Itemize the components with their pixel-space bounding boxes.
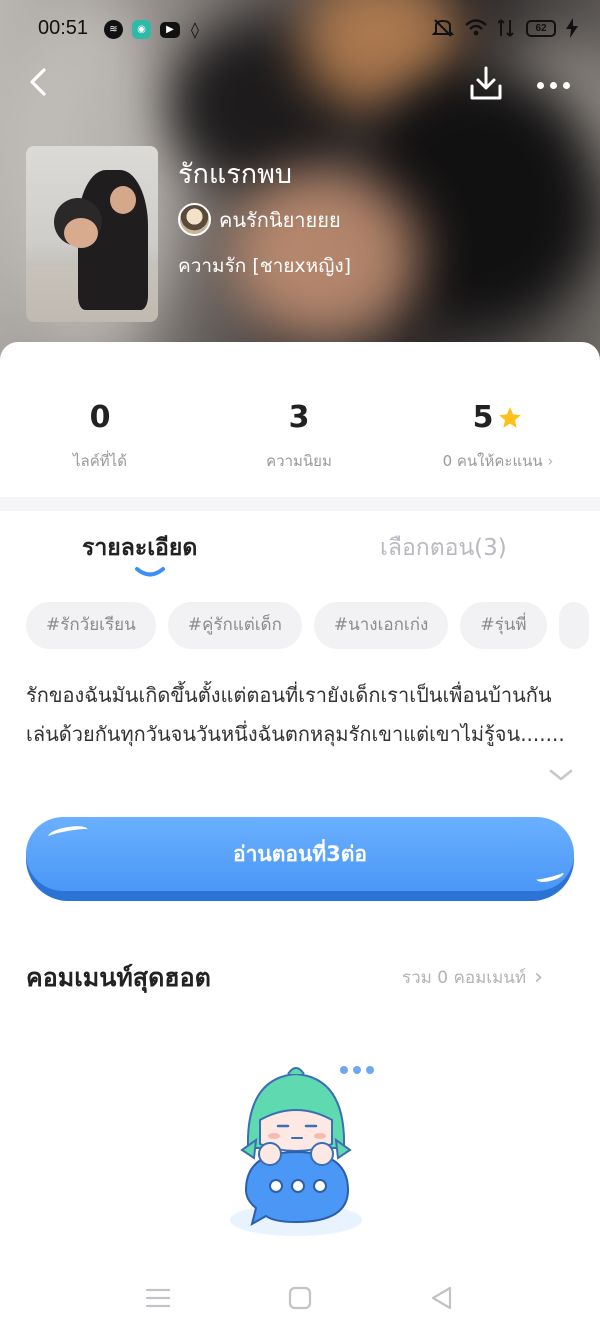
- expand-chevron-icon[interactable]: [548, 766, 574, 784]
- chevron-right-icon: ›: [534, 965, 543, 990]
- likes-label: ไลค์ที่ได้: [73, 452, 127, 470]
- likes-value: 0: [89, 400, 111, 435]
- tinder-icon: ◊: [191, 20, 199, 39]
- chevron-right-icon: ›: [547, 452, 554, 470]
- popularity-label: ความนิยม: [266, 452, 332, 470]
- notification-icons: ≋ ◉ ▶ ◊: [104, 20, 201, 39]
- tag-chip[interactable]: #รุ่นพี่: [460, 602, 547, 649]
- section-divider: [0, 497, 600, 511]
- chevron-left-icon: [30, 68, 46, 96]
- system-icons: 62: [432, 18, 578, 38]
- stat-popularity: 3 ความนิยม: [219, 400, 379, 473]
- tag-chip[interactable]: #คู่รักแต่เด็ก: [167, 602, 302, 649]
- rating-count-label: 0 คนให้คะแนน: [442, 452, 543, 470]
- home-nav-icon[interactable]: [286, 1284, 314, 1312]
- more-icon: [536, 81, 544, 89]
- system-nav-bar: [0, 1262, 600, 1333]
- rating-label-row: 0 คนให้คะแนน ›: [418, 449, 578, 473]
- youtube-icon: ▶: [160, 21, 180, 38]
- hot-comments-title: คอมเมนท์สุดฮอต: [26, 963, 211, 992]
- status-time: 00:51: [38, 17, 89, 39]
- download-button[interactable]: [466, 64, 506, 104]
- stat-rating[interactable]: 5 0 คนให้คะแนน ›: [418, 400, 578, 473]
- menu-nav-icon[interactable]: [144, 1284, 172, 1312]
- tab-indicator: [135, 567, 165, 577]
- star-icon: [499, 406, 522, 428]
- status-bar: 00:51 ≋ ◉ ▶ ◊ 62: [0, 0, 600, 60]
- book-cover[interactable]: [26, 146, 158, 322]
- mute-icon: [432, 19, 454, 37]
- battery-icon: 62: [526, 19, 556, 37]
- rating-value-row: 5: [418, 400, 578, 435]
- comments-total-link[interactable]: รวม 0 คอมเมนท์ ›: [402, 964, 543, 991]
- spotify-icon: ≋: [104, 20, 123, 39]
- tag-chip-partial[interactable]: [558, 602, 589, 649]
- stat-likes: 0 ไลค์ที่ได้: [20, 400, 180, 473]
- book-genre: ความรัก [ชายxหญิง]: [178, 255, 352, 277]
- popularity-value: 3: [288, 400, 310, 435]
- empty-comments-mascot: [230, 1066, 374, 1236]
- book-description: รักของฉันมันเกิดขึ้นตั้งแต่ตอนที่เรายังเ…: [26, 683, 565, 746]
- tag-chip[interactable]: #นางเอกเก่ง: [313, 602, 449, 649]
- comments-total-label: รวม 0 คอมเมนท์: [402, 968, 527, 988]
- signal-icon: [498, 19, 514, 37]
- continue-reading-button[interactable]: อ่านตอนที่3ต่อ: [26, 817, 574, 901]
- download-icon: [470, 66, 502, 100]
- continue-reading-label: อ่านตอนที่3ต่อ: [26, 817, 574, 891]
- more-button[interactable]: [530, 70, 576, 100]
- back-button[interactable]: [22, 64, 58, 100]
- charging-icon: [566, 18, 578, 38]
- line-icon: ◉: [132, 20, 151, 39]
- tag-list: #รักวัยเรียน #คู่รักแต่เด็ก #นางเอกเก่ง …: [26, 602, 600, 650]
- wifi-icon: [465, 19, 487, 36]
- tab-detail[interactable]: รายละเอียด: [82, 530, 197, 566]
- back-nav-icon[interactable]: [428, 1284, 456, 1312]
- book-title: รักแรกพบ: [178, 159, 293, 190]
- author-row[interactable]: คนรักนิยายยย: [178, 203, 341, 236]
- author-avatar[interactable]: [178, 203, 211, 236]
- tag-chip[interactable]: #รักวัยเรียน: [26, 602, 156, 649]
- author-name[interactable]: คนรักนิยายยย: [219, 204, 341, 236]
- tab-chapters[interactable]: เลือกตอน(3): [380, 530, 507, 566]
- rating-value: 5: [472, 400, 494, 435]
